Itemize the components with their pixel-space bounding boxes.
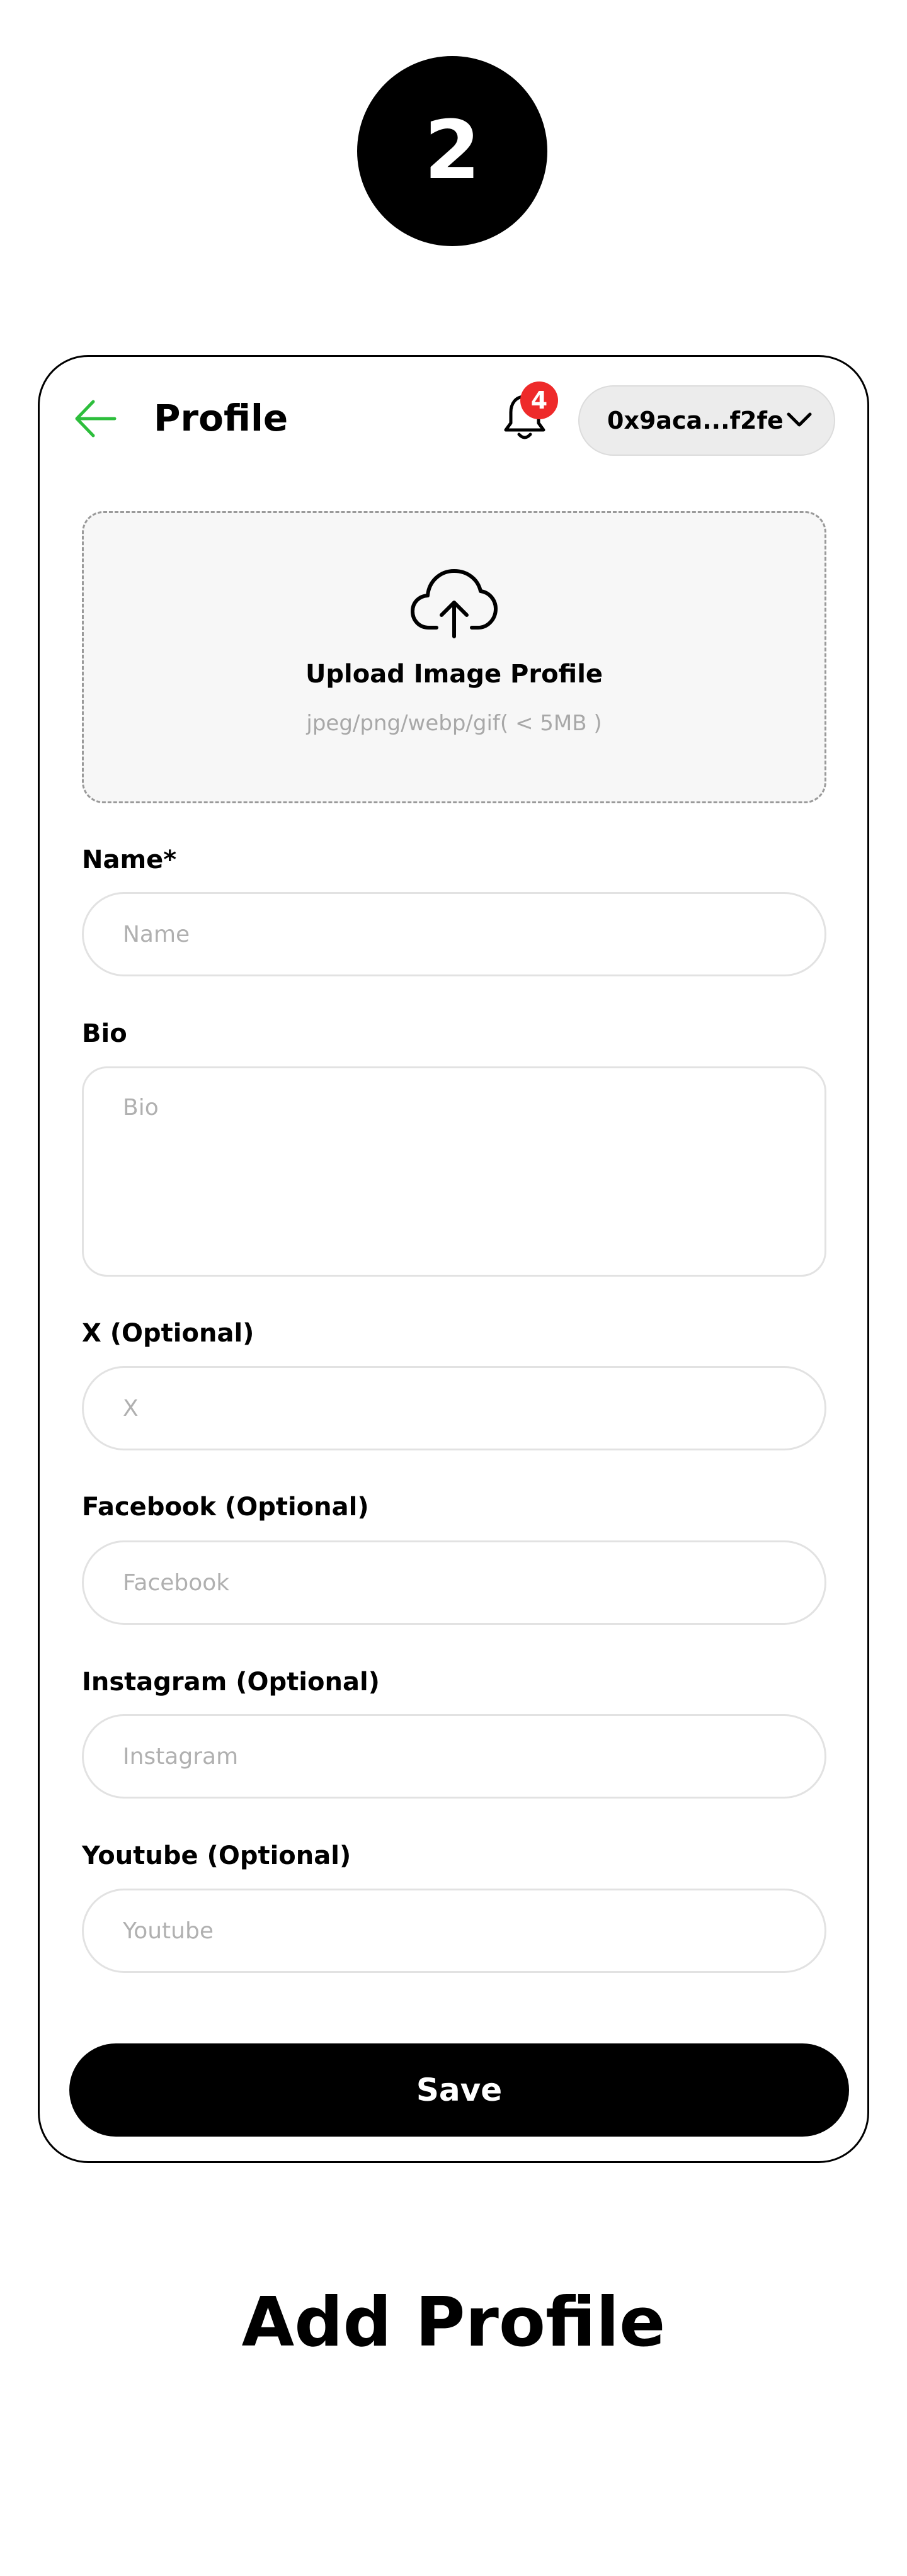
chevron-down-icon	[787, 412, 812, 427]
upload-image-dropzone[interactable]: Upload Image Profile jpeg/png/webp/gif( …	[82, 511, 826, 803]
instagram-label: Instagram (Optional)	[82, 1668, 380, 1697]
youtube-input[interactable]	[82, 1889, 826, 1973]
name-label: Name*	[82, 845, 177, 874]
x-input[interactable]	[82, 1366, 826, 1450]
facebook-label: Facebook (Optional)	[82, 1493, 369, 1522]
save-button[interactable]: Save	[69, 2043, 849, 2137]
notification-badge: 4	[520, 381, 558, 419]
upload-hint: jpeg/png/webp/gif( < 5MB )	[306, 711, 602, 736]
arrow-left-icon[interactable]	[72, 395, 118, 442]
name-input[interactable]	[82, 892, 826, 976]
bio-label: Bio	[82, 1019, 127, 1048]
step-number: 2	[424, 104, 481, 198]
wallet-address: 0x9aca...f2fe	[607, 407, 784, 434]
x-label: X (Optional)	[82, 1319, 254, 1348]
facebook-input[interactable]	[82, 1540, 826, 1625]
instagram-input[interactable]	[82, 1714, 826, 1799]
page-title: Profile	[154, 397, 288, 439]
step-number-badge: 2	[357, 56, 547, 246]
youtube-label: Youtube (Optional)	[82, 1841, 351, 1870]
bio-input[interactable]	[82, 1066, 826, 1277]
wallet-selector[interactable]: 0x9aca...f2fe	[578, 385, 835, 456]
upload-title: Upload Image Profile	[305, 660, 603, 689]
screen-caption: Add Profile	[241, 2283, 666, 2362]
page: 2 Profile 4 0x9aca...f2fe Upload Image P…	[0, 0, 907, 2576]
cloud-upload-icon	[411, 569, 498, 638]
notification-count: 4	[530, 387, 548, 414]
